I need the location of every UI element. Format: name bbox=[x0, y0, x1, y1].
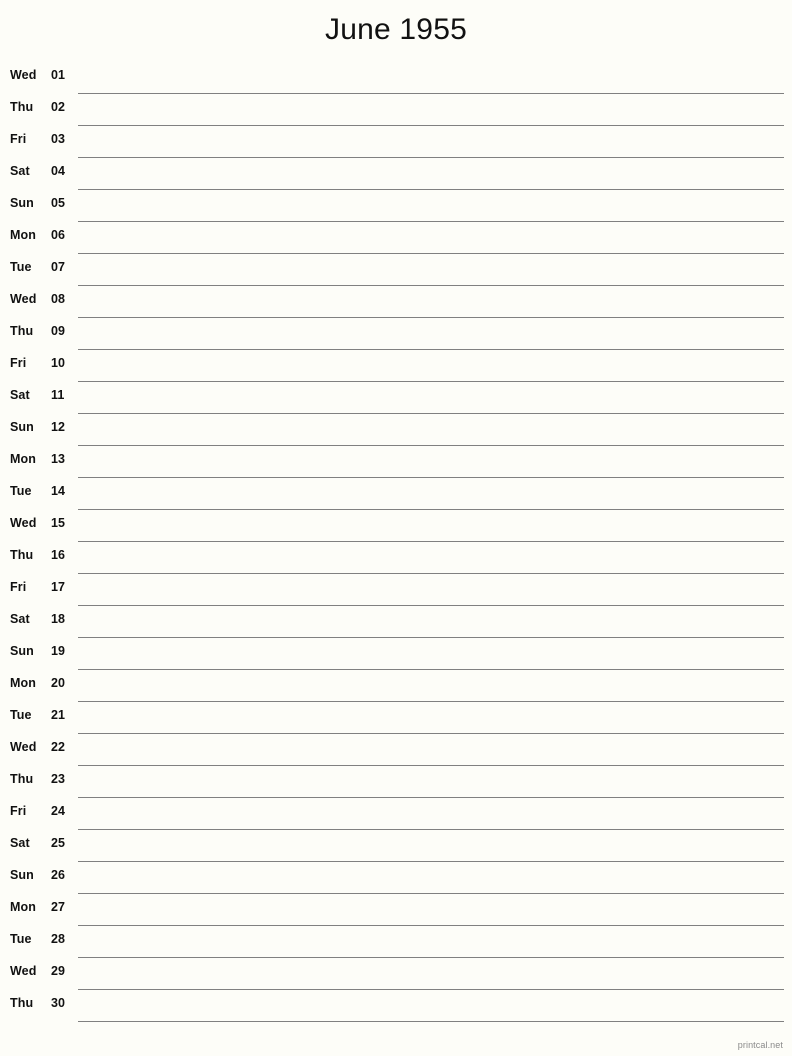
day-weekday-label: Thu bbox=[10, 324, 34, 338]
day-weekday-label: Fri bbox=[10, 804, 27, 818]
day-weekday-label: Wed bbox=[10, 292, 37, 306]
day-row: Tue 14 bbox=[0, 478, 792, 510]
day-number-label: 07 bbox=[51, 260, 66, 274]
day-weekday-label: Thu bbox=[10, 100, 34, 114]
day-weekday-label: Tue bbox=[10, 484, 32, 498]
day-number-label: 15 bbox=[51, 516, 66, 530]
day-number-label: 12 bbox=[51, 420, 66, 434]
day-row: Sun 26 bbox=[0, 862, 792, 894]
day-number-label: 10 bbox=[51, 356, 66, 370]
day-weekday-label: Sun bbox=[10, 868, 34, 882]
day-row: Sun 19 bbox=[0, 638, 792, 670]
day-row: Tue 07 bbox=[0, 254, 792, 286]
day-weekday-label: Thu bbox=[10, 772, 34, 786]
day-row: Wed 01 bbox=[0, 62, 792, 94]
day-row: Mon 13 bbox=[0, 446, 792, 478]
day-weekday-label: Wed bbox=[10, 964, 37, 978]
footer-credit: printcal.net bbox=[737, 1040, 783, 1050]
day-number-label: 28 bbox=[51, 932, 66, 946]
day-number-label: 24 bbox=[51, 804, 66, 818]
day-row: Sat 25 bbox=[0, 830, 792, 862]
day-row: Mon 20 bbox=[0, 670, 792, 702]
day-number-label: 05 bbox=[51, 196, 66, 210]
day-number-label: 14 bbox=[51, 484, 66, 498]
day-number-label: 25 bbox=[51, 836, 66, 850]
day-weekday-label: Mon bbox=[10, 676, 36, 690]
day-weekday-label: Tue bbox=[10, 932, 32, 946]
day-row: Wed 15 bbox=[0, 510, 792, 542]
day-weekday-label: Sat bbox=[10, 164, 30, 178]
day-weekday-label: Fri bbox=[10, 356, 27, 370]
day-row: Sat 04 bbox=[0, 158, 792, 190]
day-row: Thu 16 bbox=[0, 542, 792, 574]
day-weekday-label: Mon bbox=[10, 228, 36, 242]
day-weekday-label: Wed bbox=[10, 740, 37, 754]
day-weekday-label: Tue bbox=[10, 708, 32, 722]
day-row: Sat 11 bbox=[0, 382, 792, 414]
day-weekday-label: Thu bbox=[10, 548, 34, 562]
day-weekday-label: Sun bbox=[10, 644, 34, 658]
day-row: Mon 27 bbox=[0, 894, 792, 926]
day-number-label: 20 bbox=[51, 676, 66, 690]
day-number-label: 09 bbox=[51, 324, 66, 338]
day-weekday-label: Sat bbox=[10, 836, 30, 850]
day-row: Fri 17 bbox=[0, 574, 792, 606]
day-row: Sat 18 bbox=[0, 606, 792, 638]
day-number-label: 13 bbox=[51, 452, 66, 466]
day-row: Tue 28 bbox=[0, 926, 792, 958]
day-number-label: 27 bbox=[51, 900, 66, 914]
day-weekday-label: Sat bbox=[10, 612, 30, 626]
day-weekday-label: Fri bbox=[10, 580, 27, 594]
day-weekday-label: Sun bbox=[10, 420, 34, 434]
day-row: Tue 21 bbox=[0, 702, 792, 734]
day-weekday-label: Wed bbox=[10, 516, 37, 530]
day-number-label: 06 bbox=[51, 228, 66, 242]
day-row: Thu 09 bbox=[0, 318, 792, 350]
calendar-page: June 1955 Wed 01 Thu 02 Fri 03 Sat 04 Sun 05 Mon 06… bbox=[0, 0, 792, 1056]
page-title: June 1955 bbox=[325, 13, 467, 46]
day-row: Wed 29 bbox=[0, 958, 792, 990]
day-weekday-label: Thu bbox=[10, 996, 34, 1010]
day-number-label: 11 bbox=[51, 388, 65, 402]
day-number-label: 03 bbox=[51, 132, 66, 146]
day-number-label: 19 bbox=[51, 644, 66, 658]
day-number-label: 18 bbox=[51, 612, 66, 626]
day-number-label: 29 bbox=[51, 964, 66, 978]
day-weekday-label: Mon bbox=[10, 900, 36, 914]
day-number-label: 26 bbox=[51, 868, 66, 882]
day-writing-line[interactable] bbox=[78, 1021, 784, 1022]
day-number-label: 16 bbox=[51, 548, 66, 562]
day-row: Mon 06 bbox=[0, 222, 792, 254]
day-row: Wed 08 bbox=[0, 286, 792, 318]
day-row: Thu 30 bbox=[0, 990, 792, 1022]
day-number-label: 08 bbox=[51, 292, 66, 306]
day-row: Sun 05 bbox=[0, 190, 792, 222]
day-number-label: 21 bbox=[51, 708, 66, 722]
day-weekday-label: Sun bbox=[10, 196, 34, 210]
day-row-list: Wed 01 Thu 02 Fri 03 Sat 04 Sun 05 Mon 06 Tue 07 Wed 08… bbox=[0, 62, 792, 1022]
day-weekday-label: Sat bbox=[10, 388, 30, 402]
day-row: Sun 12 bbox=[0, 414, 792, 446]
day-row: Fri 10 bbox=[0, 350, 792, 382]
day-row: Thu 23 bbox=[0, 766, 792, 798]
day-row: Fri 03 bbox=[0, 126, 792, 158]
day-weekday-label: Fri bbox=[10, 132, 27, 146]
day-row: Fri 24 bbox=[0, 798, 792, 830]
day-number-label: 01 bbox=[51, 68, 66, 82]
day-weekday-label: Tue bbox=[10, 260, 32, 274]
day-row: Wed 22 bbox=[0, 734, 792, 766]
day-number-label: 04 bbox=[51, 164, 66, 178]
day-number-label: 02 bbox=[51, 100, 66, 114]
day-number-label: 23 bbox=[51, 772, 66, 786]
day-weekday-label: Mon bbox=[10, 452, 36, 466]
day-number-label: 22 bbox=[51, 740, 66, 754]
day-number-label: 17 bbox=[51, 580, 66, 594]
day-row: Thu 02 bbox=[0, 94, 792, 126]
day-number-label: 30 bbox=[51, 996, 66, 1010]
day-weekday-label: Wed bbox=[10, 68, 37, 82]
